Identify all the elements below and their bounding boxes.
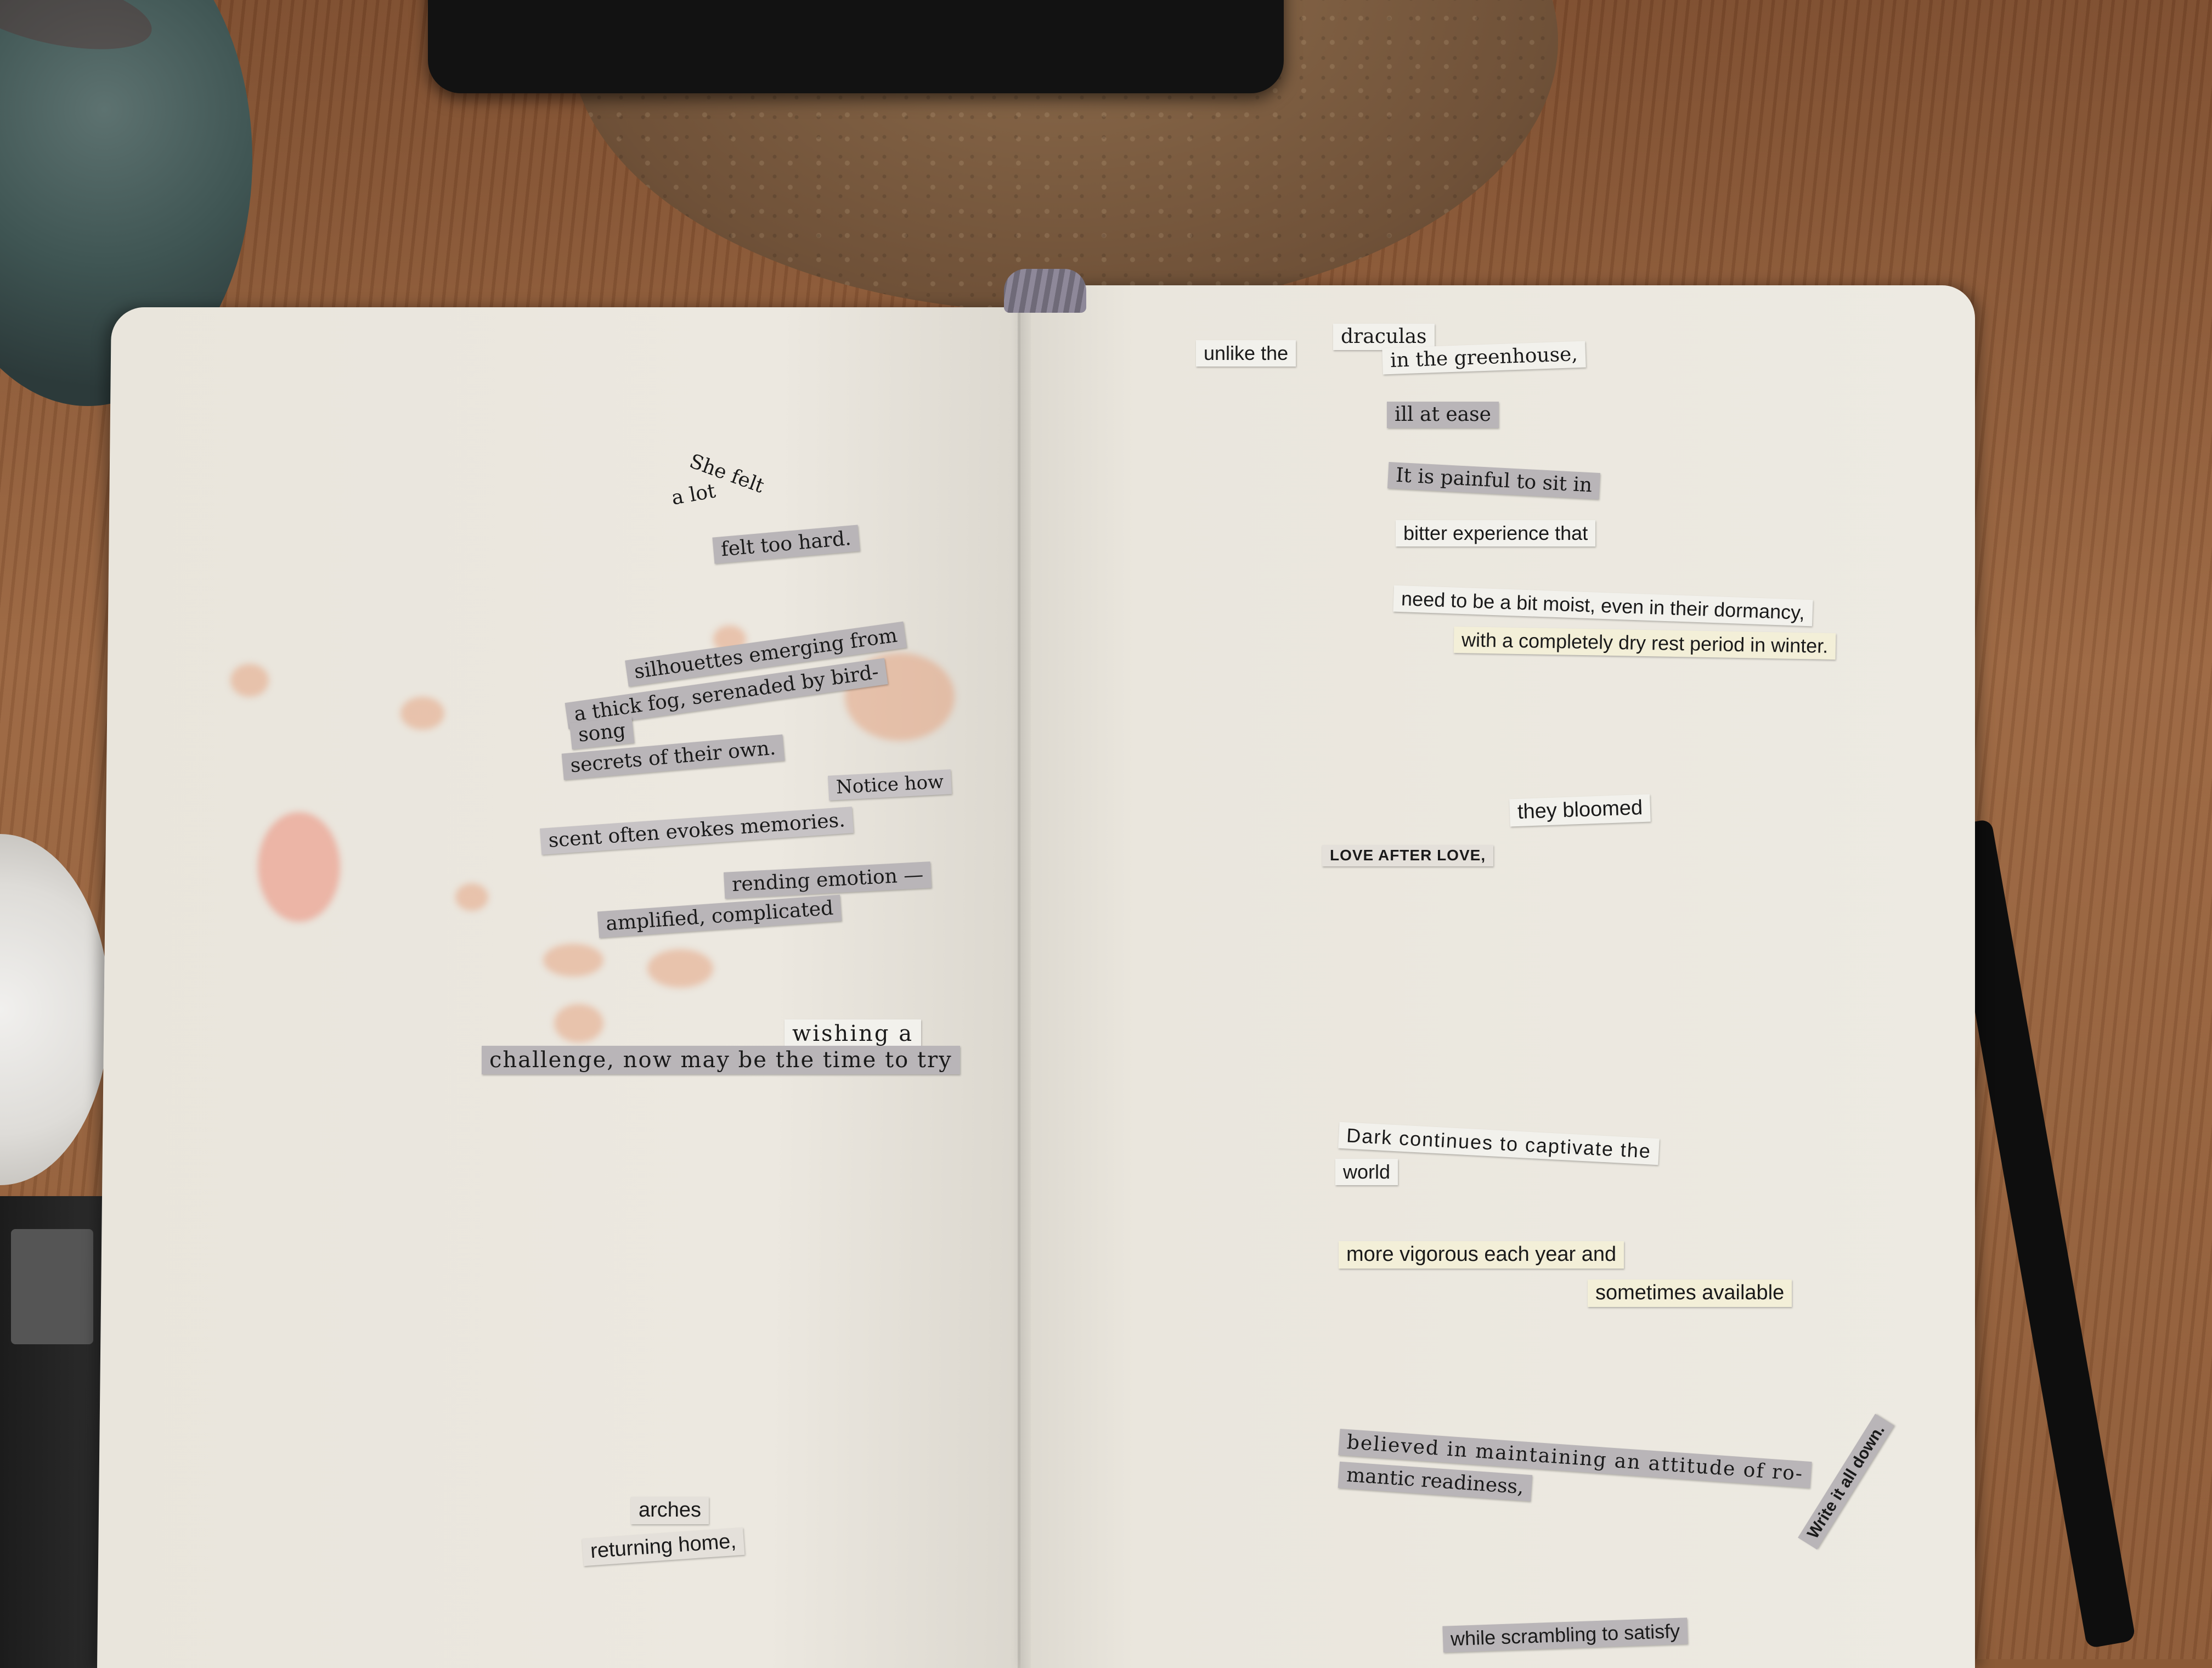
stain-mark [554,1004,603,1042]
notebook-gutter [1018,307,1031,1668]
stain-mark [455,883,488,911]
ribbon-bookmark [1004,269,1086,313]
device-screen [11,1229,93,1344]
mug-glaze-stripe [0,0,159,64]
snippet: they bloomed [1509,794,1651,827]
snippet: world [1335,1159,1398,1185]
stain-mark [543,944,603,977]
snippet: arches [631,1497,709,1524]
stain-mark [258,812,340,922]
snippet: LOVE AFTER LOVE, [1322,845,1494,866]
snippet: ill at ease [1387,402,1499,428]
snippet: draculas [1333,324,1435,350]
snippet: wishing a [785,1019,922,1048]
dark-device [0,1196,110,1668]
snippet: more vigorous each year and [1339,1241,1624,1269]
notebook-left-page [97,307,1066,1668]
snippet: challenge, now may be the time to try [482,1046,960,1074]
black-case [428,0,1284,93]
stain-mark [400,697,444,730]
stain-mark [230,664,269,697]
snippet: sometimes available [1588,1280,1792,1307]
snippet: unlike the [1196,340,1296,367]
stain-mark [647,949,713,988]
snippet: bitter experience that [1396,520,1596,546]
